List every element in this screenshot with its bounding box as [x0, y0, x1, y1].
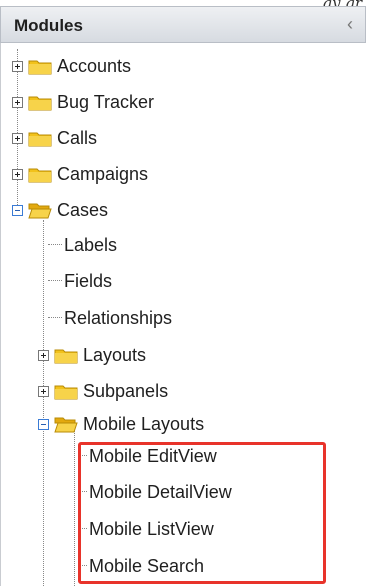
tree-line — [48, 317, 62, 318]
tree-item-label[interactable]: Layouts — [83, 345, 146, 366]
folder-closed-icon — [54, 385, 78, 399]
modules-title: Modules — [14, 16, 83, 35]
tree-item-label[interactable]: Cases — [57, 200, 108, 221]
tree-item-label[interactable]: Calls — [57, 128, 97, 149]
tree-item-cases[interactable]: Cases — [12, 195, 108, 225]
collapse-minus-icon[interactable] — [38, 418, 49, 430]
tree-item-layouts[interactable]: Layouts — [38, 340, 146, 370]
tree-item-label[interactable]: Bug Tracker — [57, 92, 154, 113]
tree-item-label[interactable]: Campaigns — [57, 164, 148, 185]
modules-header: Modules ‹ — [0, 6, 366, 43]
tree-item-labels[interactable]: Labels — [62, 230, 117, 260]
tree-item-relationships[interactable]: Relationships — [62, 303, 172, 333]
tree-item-label[interactable]: Fields — [62, 271, 112, 292]
tree-item-label[interactable]: Relationships — [62, 308, 172, 329]
tree-item-mobile-layouts[interactable]: Mobile Layouts — [38, 409, 204, 439]
expand-plus-icon[interactable] — [12, 132, 23, 144]
tree-item-campaigns[interactable]: Campaigns — [12, 159, 148, 189]
folder-closed-icon — [28, 60, 52, 74]
tree-item-bug-tracker[interactable]: Bug Tracker — [12, 87, 154, 117]
tree-item-fields[interactable]: Fields — [62, 266, 112, 296]
tree-line — [48, 280, 62, 281]
folder-closed-icon — [54, 349, 78, 363]
folder-open-icon — [54, 417, 78, 432]
expand-plus-icon[interactable] — [12, 96, 23, 108]
tree-line — [48, 244, 62, 245]
highlight-box — [78, 442, 326, 584]
tree-item-accounts[interactable]: Accounts — [12, 51, 131, 81]
collapse-minus-icon[interactable] — [12, 204, 23, 216]
folder-open-icon — [28, 203, 52, 218]
expand-plus-icon[interactable] — [38, 349, 49, 361]
tree-item-subpanels[interactable]: Subpanels — [38, 376, 168, 406]
tree-line — [74, 423, 75, 586]
tree-item-label[interactable]: Labels — [62, 235, 117, 256]
collapse-chevron-icon[interactable]: ‹ — [347, 14, 353, 35]
tree-item-calls[interactable]: Calls — [12, 123, 97, 153]
folder-closed-icon — [28, 96, 52, 110]
folder-closed-icon — [28, 132, 52, 146]
folder-closed-icon — [28, 168, 52, 182]
tree-item-label[interactable]: Accounts — [57, 56, 131, 77]
expand-plus-icon[interactable] — [38, 385, 49, 397]
tree-item-label[interactable]: Mobile Layouts — [83, 414, 204, 435]
expand-plus-icon[interactable] — [12, 168, 23, 180]
tree-item-label[interactable]: Subpanels — [83, 381, 168, 402]
expand-plus-icon[interactable] — [12, 60, 23, 72]
